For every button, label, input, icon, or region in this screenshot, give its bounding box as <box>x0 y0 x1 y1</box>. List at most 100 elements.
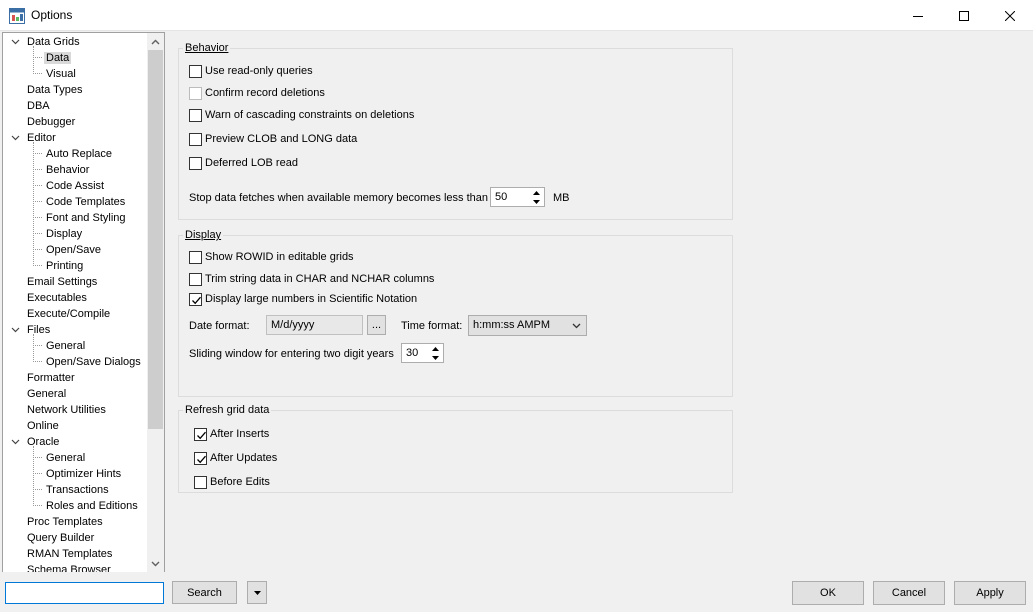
tree-connector <box>33 185 42 186</box>
tree-item[interactable]: Formatter <box>25 370 77 386</box>
tree-connector <box>33 265 42 266</box>
checkbox-box[interactable] <box>194 451 207 465</box>
tree-item[interactable]: General <box>25 386 68 402</box>
cancel-button[interactable]: Cancel <box>873 581 945 605</box>
tree-item[interactable]: RMAN Templates <box>25 546 114 562</box>
checkbox-box[interactable] <box>189 250 202 264</box>
show-rowid-checkbox[interactable]: Show ROWID in editable grids <box>189 249 354 265</box>
tree-item[interactable]: Open/Save Dialogs <box>33 354 143 370</box>
time-format-select[interactable]: h:mm:ss AMPM <box>468 315 587 336</box>
read-only-queries-checkbox[interactable]: Use read-only queries <box>189 63 313 79</box>
scroll-up-button[interactable] <box>147 33 164 50</box>
spin-down-icon[interactable] <box>530 197 543 206</box>
scroll-thumb[interactable] <box>148 50 163 429</box>
tree-item[interactable]: Oracle <box>11 434 61 450</box>
after-updates-checkbox[interactable]: After Updates <box>194 450 277 466</box>
options-content: Behavior Use read-only queries Confirm r… <box>167 32 1033 572</box>
tree-item[interactable]: General <box>33 338 87 354</box>
checkbox-box[interactable] <box>194 475 207 489</box>
checkbox-box[interactable] <box>189 64 202 78</box>
trim-string-checkbox[interactable]: Trim string data in CHAR and NCHAR colum… <box>189 271 434 287</box>
tree-item[interactable]: Query Builder <box>25 530 96 546</box>
tree-expand-icon[interactable] <box>10 434 20 450</box>
tree-item[interactable]: Data <box>33 50 72 66</box>
tree-item-label: Roles and Editions <box>46 500 138 512</box>
checkbox-box[interactable] <box>189 156 202 170</box>
tree-item[interactable]: Debugger <box>25 114 77 130</box>
checkbox-box[interactable] <box>189 108 202 122</box>
ok-button[interactable]: OK <box>792 581 864 605</box>
tree-item[interactable]: Execute/Compile <box>25 306 112 322</box>
close-button[interactable] <box>987 0 1033 31</box>
checkbox-label: Confirm record deletions <box>205 87 325 99</box>
group-title: Behavior <box>183 42 231 55</box>
tree-item-label: Executables <box>27 292 87 304</box>
tree-item[interactable]: Proc Templates <box>25 514 105 530</box>
deferred-lob-checkbox[interactable]: Deferred LOB read <box>189 155 298 171</box>
tree-item[interactable]: Visual <box>33 66 78 82</box>
memory-threshold-input[interactable]: 50 <box>490 187 545 207</box>
search-options-dropdown[interactable] <box>247 581 267 604</box>
chevron-down-icon[interactable] <box>572 316 581 335</box>
sliding-window-spinner[interactable] <box>429 344 442 362</box>
minimize-button[interactable] <box>895 0 941 31</box>
checkbox-box[interactable] <box>189 272 202 286</box>
tree-item[interactable]: Open/Save <box>33 242 103 258</box>
date-format-ellipsis-button[interactable]: ... <box>367 315 386 335</box>
checkbox-box[interactable] <box>189 132 202 146</box>
confirm-deletions-checkbox[interactable]: Confirm record deletions <box>189 85 325 101</box>
tree-item[interactable]: Roles and Editions <box>33 498 140 514</box>
checkbox-box[interactable] <box>189 86 202 100</box>
tree-item[interactable]: Schema Browser <box>25 562 113 572</box>
tree-item[interactable]: Code Assist <box>33 178 106 194</box>
checkbox-box[interactable] <box>189 292 202 306</box>
tree-item[interactable]: Online <box>25 418 61 434</box>
tree-expand-icon[interactable] <box>10 322 20 338</box>
tree-item[interactable]: Transactions <box>33 482 111 498</box>
preview-clob-checkbox[interactable]: Preview CLOB and LONG data <box>189 131 357 147</box>
tree-item[interactable]: Optimizer Hints <box>33 466 123 482</box>
tree-item-label: Optimizer Hints <box>46 468 122 480</box>
tree-item[interactable]: Behavior <box>33 162 91 178</box>
tree-item[interactable]: General <box>33 450 87 466</box>
maximize-button[interactable] <box>941 0 987 31</box>
ok-button-label: OK <box>820 587 836 599</box>
tree-expand-icon[interactable] <box>10 34 20 50</box>
tree-item[interactable]: Auto Replace <box>33 146 114 162</box>
tree-item-label: Code Assist <box>46 180 105 192</box>
after-inserts-checkbox[interactable]: After Inserts <box>194 426 269 442</box>
tree-item[interactable]: Network Utilities <box>25 402 108 418</box>
refresh-grid-group: Refresh grid data After Inserts After Up… <box>178 404 733 493</box>
spin-down-icon[interactable] <box>429 353 442 362</box>
apply-button[interactable]: Apply <box>954 581 1026 605</box>
tree-guide-line <box>33 334 34 362</box>
options-tree[interactable]: Data Grids Data Visual Data Types DBA Debugge… <box>2 32 165 573</box>
sliding-window-input[interactable]: 30 <box>401 343 444 363</box>
tree-item[interactable]: Executables <box>25 290 89 306</box>
date-format-input[interactable]: M/d/yyyy <box>266 315 363 335</box>
tree-item[interactable]: Printing <box>33 258 85 274</box>
checkbox-box[interactable] <box>194 427 207 441</box>
spin-up-icon[interactable] <box>429 344 442 353</box>
scientific-notation-checkbox[interactable]: Display large numbers in Scientific Nota… <box>189 291 417 307</box>
tree-item[interactable]: Files <box>11 322 52 338</box>
tree-item[interactable]: DBA <box>25 98 52 114</box>
tree-scrollbar[interactable] <box>147 33 164 572</box>
checkbox-label: Preview CLOB and LONG data <box>205 133 358 145</box>
tree-search-input[interactable] <box>5 582 164 604</box>
tree-item[interactable]: Code Templates <box>33 194 127 210</box>
scroll-down-button[interactable] <box>147 555 164 572</box>
tree-expand-icon[interactable] <box>10 130 20 146</box>
tree-item[interactable]: Font and Styling <box>33 210 128 226</box>
tree-item-label: Email Settings <box>27 276 98 288</box>
checkmark-icon <box>192 296 201 304</box>
before-edits-checkbox[interactable]: Before Edits <box>194 474 270 490</box>
spin-up-icon[interactable] <box>530 188 543 197</box>
tree-item[interactable]: Display <box>33 226 84 242</box>
tree-item[interactable]: Email Settings <box>25 274 99 290</box>
warn-cascading-checkbox[interactable]: Warn of cascading constraints on deletio… <box>189 107 414 123</box>
tree-item[interactable]: Editor <box>11 130 58 146</box>
memory-spinner[interactable] <box>530 188 543 206</box>
search-button[interactable]: Search <box>172 581 237 604</box>
tree-item[interactable]: Data Types <box>25 82 84 98</box>
